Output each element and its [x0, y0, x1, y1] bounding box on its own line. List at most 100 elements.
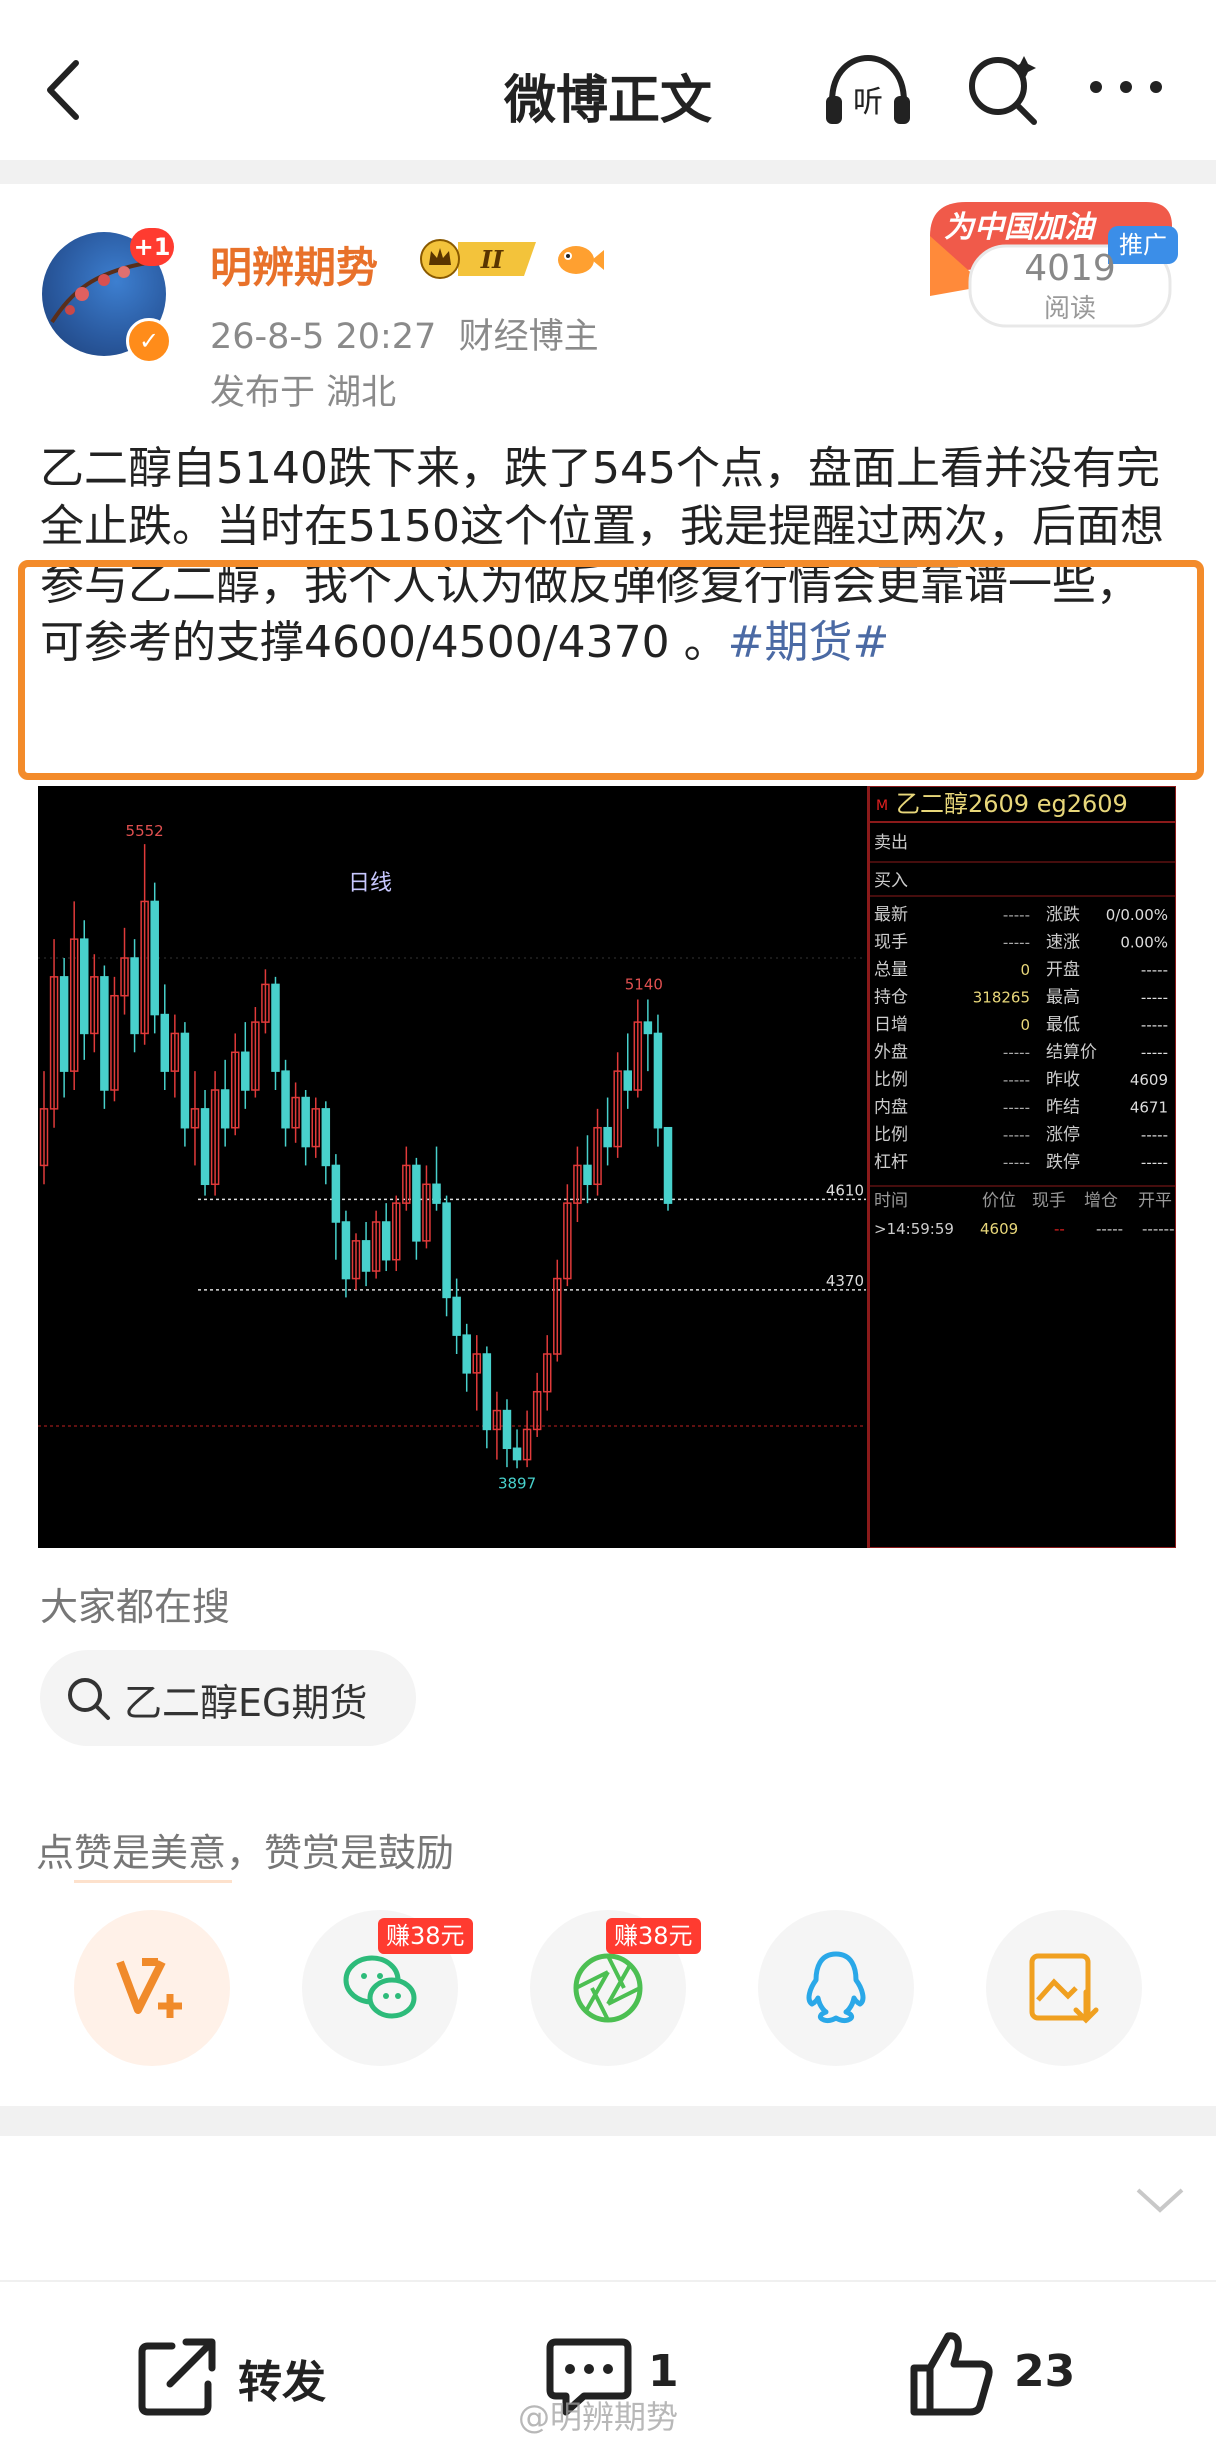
quote-value: ----- [1003, 1071, 1030, 1089]
quote-value: ----- [1141, 1126, 1168, 1144]
comment-count[interactable]: 1 [648, 2346, 679, 2397]
quote-value: 4671 [1130, 1099, 1168, 1117]
candle-body [583, 1164, 592, 1186]
ad-title: 为中国加油 [944, 210, 1094, 245]
candle-body [452, 1296, 461, 1336]
vip-reward-button[interactable] [74, 1910, 230, 2066]
avatar-badge: +1 [130, 228, 174, 266]
listen-headphones-icon[interactable]: 听 [822, 50, 914, 130]
tick-header: 现手 [1032, 1191, 1066, 1211]
tick-value: -- [1054, 1220, 1065, 1238]
read-label: 阅读 [1043, 294, 1096, 324]
quote-value: ----- [1141, 1044, 1168, 1062]
quote-label: 昨结 [1046, 1098, 1080, 1118]
support-level-label: 4610 [826, 1181, 864, 1199]
candle-body [160, 1013, 170, 1072]
quote-label: 昨收 [1046, 1070, 1080, 1090]
tick-header: 开平 [1138, 1191, 1172, 1211]
quote-label: 总量 [874, 960, 908, 980]
candle-body [130, 957, 139, 1035]
ask-label: 卖出 [874, 833, 908, 853]
candle-body [271, 983, 280, 1072]
hot-search-title: 大家都在搜 [40, 1585, 231, 1629]
candle-body [220, 1089, 230, 1129]
reward-pointer [74, 1880, 232, 1883]
candle-body [180, 1032, 190, 1129]
tick-value: ----- [1096, 1220, 1123, 1238]
kline-chart[interactable]: 4610 4370 5552 5140 3897 日线 M 乙二醇2609 eg2609 卖出买… [38, 786, 1176, 1548]
quote-label: 涨跌 [1046, 905, 1080, 925]
quote-value: 0/0.00% [1106, 906, 1168, 924]
candle-body [331, 1164, 341, 1223]
listen-label: 听 [853, 85, 883, 120]
repost-button[interactable]: 转发 [238, 2346, 326, 2410]
candle-body [150, 900, 159, 1016]
candle-body [603, 1126, 612, 1148]
search-icon[interactable] [962, 48, 1042, 128]
candle-body [442, 1202, 451, 1299]
quote-label: 最高 [1046, 988, 1080, 1008]
quote-value: 0 [1020, 961, 1030, 979]
highlight-box [18, 560, 1204, 780]
candle-body [100, 976, 109, 1091]
candle-body [281, 1070, 290, 1129]
verified-badge-icon: ✓ [126, 318, 172, 364]
save-image-icon [1029, 1953, 1099, 2024]
candle-body [432, 1183, 441, 1204]
period-label: 日线 [348, 871, 392, 896]
like-count[interactable]: 23 [1014, 2346, 1075, 2397]
more-options-icon[interactable] [1086, 72, 1166, 102]
author-role: 财经博主 [458, 317, 599, 357]
quote-label: 速涨 [1046, 933, 1080, 953]
quote-value: 0 [1020, 1016, 1030, 1034]
tick-header: 价位 [982, 1191, 1016, 1211]
candle-body [241, 1051, 250, 1091]
chevron-down-icon[interactable] [1134, 2180, 1186, 2220]
tick-header: 时间 [874, 1191, 908, 1211]
quote-value: ----- [1003, 1126, 1030, 1144]
section-divider [0, 2106, 1216, 2136]
quote-label: 开盘 [1046, 960, 1080, 980]
read-count: 4019 [1024, 248, 1116, 289]
quote-label: 杠杆 [874, 1153, 908, 1173]
quote-label: 最低 [1046, 1015, 1080, 1035]
panel-marker: M [876, 798, 888, 814]
save-image-button[interactable] [986, 1910, 1142, 2066]
search-icon [68, 1678, 110, 1720]
candle-body [412, 1164, 421, 1242]
candle-body [512, 1447, 522, 1461]
fish-badge-icon [558, 246, 604, 274]
quote-value: ----- [1003, 1044, 1030, 1062]
post-timestamp: 26-8-5 20:27 [210, 317, 437, 357]
like-thumb-icon[interactable] [908, 2328, 994, 2418]
qq-share-button[interactable] [758, 1910, 914, 2066]
candle-body [301, 1096, 310, 1148]
low-annotation: 3897 [498, 1474, 536, 1492]
quote-label: 内盘 [874, 1098, 908, 1118]
quote-label: 比例 [874, 1125, 908, 1145]
candle-body [59, 976, 69, 1072]
quote-value: 4609 [1130, 1071, 1168, 1089]
quote-label: 持仓 [874, 988, 908, 1008]
bid-label: 买入 [874, 871, 908, 891]
tick-value: ------ [1142, 1220, 1174, 1238]
quote-value: ----- [1003, 934, 1030, 952]
tick-value: >14:59:59 [874, 1220, 954, 1238]
wechat-icon [343, 1955, 417, 2019]
candle-body [502, 1409, 512, 1450]
vip-plus-icon [116, 1958, 182, 2018]
candle-body [381, 1221, 391, 1261]
candle-body [80, 938, 89, 1035]
candle-body [361, 1240, 371, 1272]
candle-body [663, 1126, 673, 1204]
quote-value: 318265 [973, 989, 1030, 1007]
crown-level-badge-icon: II [420, 239, 536, 279]
quote-label: 外盘 [874, 1043, 908, 1063]
support-level-label: 4370 [826, 1272, 864, 1290]
author-name[interactable]: 明辨期势 [210, 234, 378, 295]
bottom-bar-divider [0, 2280, 1216, 2282]
repost-icon[interactable] [136, 2334, 220, 2418]
quote-label: 现手 [874, 933, 908, 953]
candle-body [653, 1032, 663, 1129]
watermark: @明辨期势 [518, 2398, 679, 2436]
